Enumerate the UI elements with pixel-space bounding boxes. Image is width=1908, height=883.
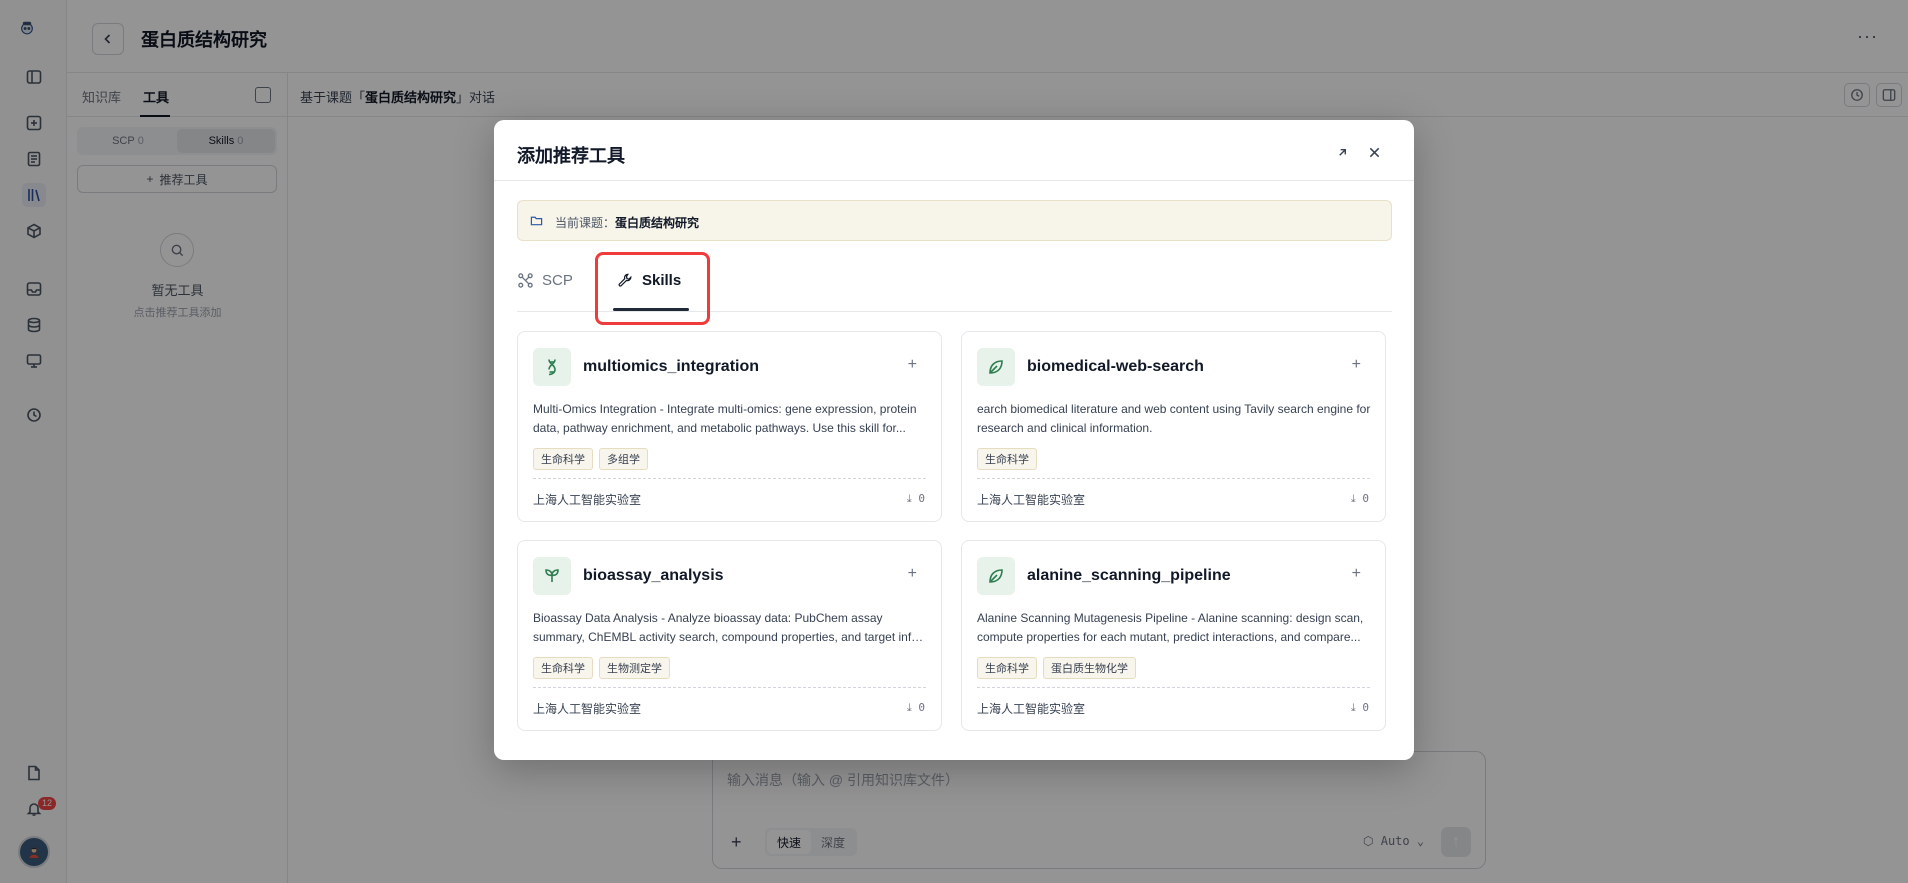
skill-title: biomedical-web-search <box>1027 358 1204 375</box>
skill-description: Alanine Scanning Mutagenesis Pipeline - … <box>977 611 1364 644</box>
skill-title: alanine_scanning_pipeline <box>1027 567 1231 584</box>
tag: 生命科学 <box>533 657 593 679</box>
skill-organization: 上海人工智能实验室 <box>533 702 642 716</box>
add-skill-button[interactable]: + <box>908 565 917 583</box>
leaf-icon <box>977 348 1015 386</box>
divider <box>533 687 926 688</box>
skills-tab-highlight <box>595 252 710 325</box>
add-skill-button[interactable]: + <box>908 356 917 374</box>
tag: 生命科学 <box>977 657 1037 679</box>
skill-description: earch biomedical literature and web cont… <box>977 402 1371 435</box>
current-topic-banner: 当前课题：蛋白质结构研究 <box>517 200 1392 241</box>
skill-title: multiomics_integration <box>583 358 760 375</box>
download-count: ⤓ 0 <box>1350 492 1369 505</box>
tag: 多组学 <box>599 448 648 470</box>
folder-icon <box>530 216 543 226</box>
topic-value: 蛋白质结构研究 <box>615 216 700 230</box>
skill-tags: 生命科学 生物测定学 <box>533 657 670 679</box>
download-icon: ⤓ <box>906 701 912 714</box>
divider <box>494 180 1414 181</box>
sprout-icon <box>533 557 571 595</box>
skill-organization: 上海人工智能实验室 <box>533 493 642 507</box>
skill-card[interactable]: alanine_scanning_pipeline + Alanine Scan… <box>961 540 1386 731</box>
download-count: ⤓ 0 <box>906 492 925 505</box>
add-skill-button[interactable]: + <box>1352 565 1361 583</box>
dialog-title: 添加推荐工具 <box>517 146 625 166</box>
tag: 生命科学 <box>977 448 1037 470</box>
close-icon[interactable] <box>1364 142 1384 162</box>
skill-organization: 上海人工智能实验室 <box>977 702 1086 716</box>
add-recommended-tools-dialog: 添加推荐工具 当前课题：蛋白质结构研究 SCP Skills multiomic… <box>494 120 1414 760</box>
skill-title: bioassay_analysis <box>583 567 724 584</box>
download-count: ⤓ 0 <box>1350 701 1369 714</box>
skill-card[interactable]: bioassay_analysis + Bioassay Data Analys… <box>517 540 942 731</box>
leaf-icon <box>977 557 1015 595</box>
dna-icon <box>533 348 571 386</box>
skill-description: Bioassay Data Analysis - Analyze bioassa… <box>533 611 922 644</box>
divider <box>533 478 926 479</box>
skill-card[interactable]: biomedical-web-search + earch biomedical… <box>961 331 1386 522</box>
tag: 生命科学 <box>533 448 593 470</box>
skill-description: Multi-Omics Integration - Integrate mult… <box>533 402 917 435</box>
download-count: ⤓ 0 <box>906 701 925 714</box>
tag: 生物测定学 <box>599 657 670 679</box>
add-skill-button[interactable]: + <box>1352 356 1361 374</box>
skill-card[interactable]: multiomics_integration + Multi-Omics Int… <box>517 331 942 522</box>
expand-icon[interactable] <box>1332 142 1352 162</box>
download-icon: ⤓ <box>906 492 912 505</box>
skill-organization: 上海人工智能实验室 <box>977 493 1086 507</box>
tab-scp[interactable]: SCP <box>517 272 573 289</box>
skill-tags: 生命科学 多组学 <box>533 448 648 470</box>
tag: 蛋白质生物化学 <box>1043 657 1136 679</box>
download-icon: ⤓ <box>1350 492 1356 505</box>
skill-tags: 生命科学 <box>977 448 1037 470</box>
divider <box>977 478 1370 479</box>
download-icon: ⤓ <box>1350 701 1356 714</box>
skill-tags: 生命科学 蛋白质生物化学 <box>977 657 1136 679</box>
divider <box>977 687 1370 688</box>
topic-label: 当前课题： <box>555 216 616 230</box>
network-icon <box>518 273 533 288</box>
